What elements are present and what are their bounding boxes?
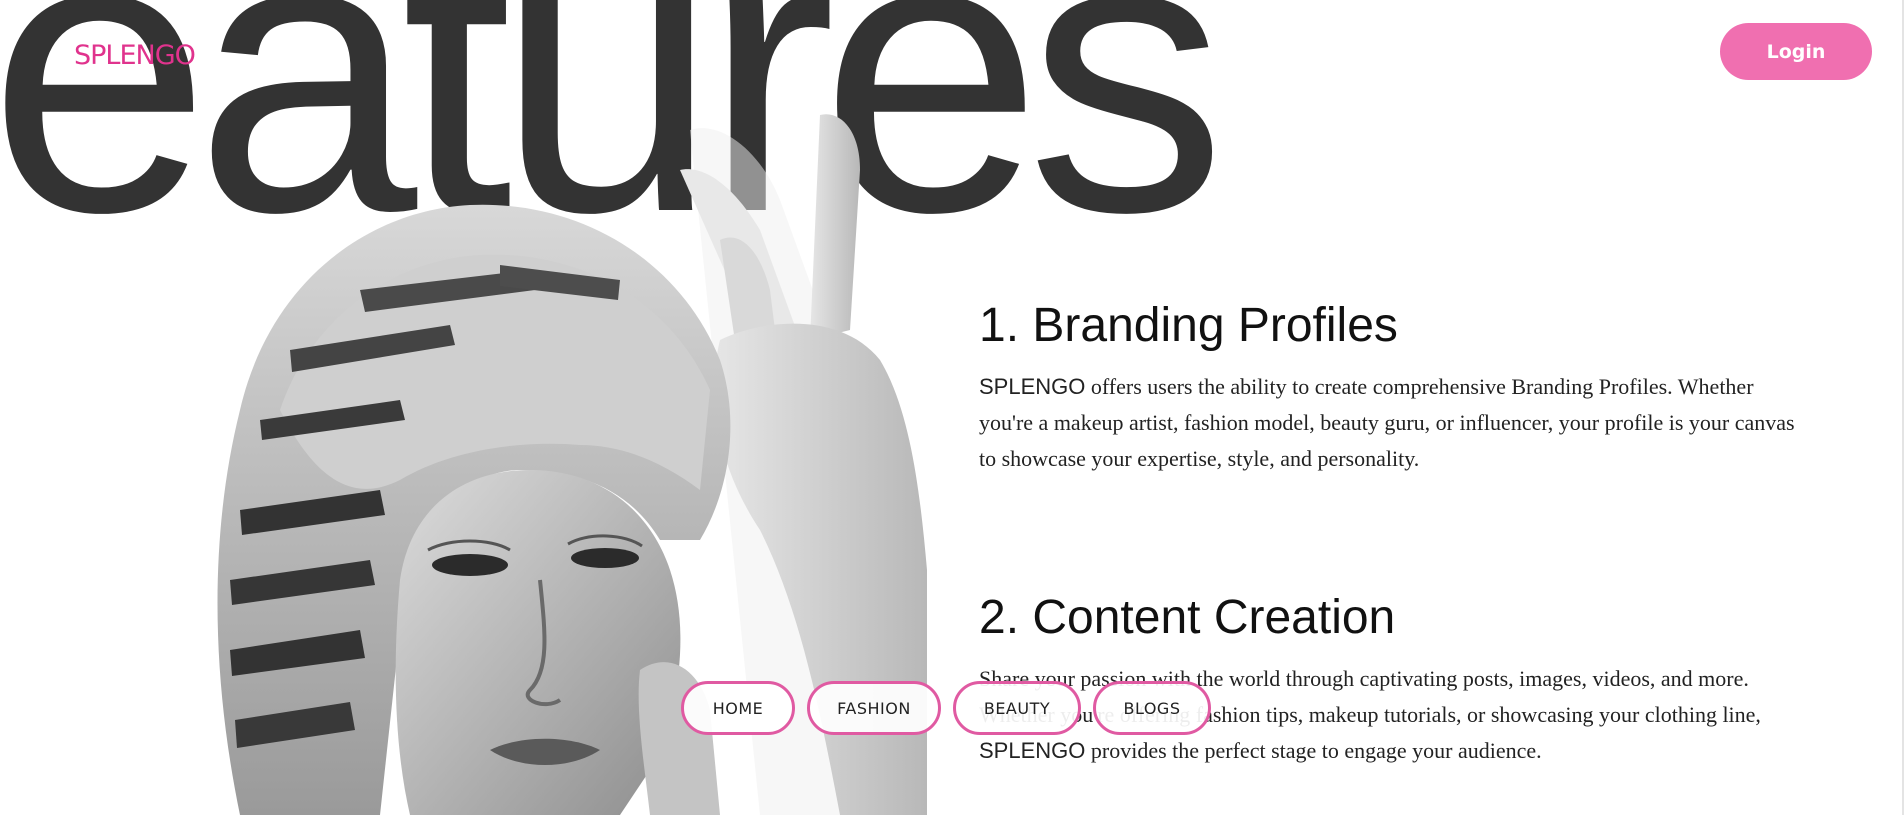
brand-name-inline: SPLENGO (979, 373, 1086, 399)
bottom-nav: HOME FASHION BEAUTY BLOGS (681, 681, 1211, 735)
nav-item-blogs[interactable]: BLOGS (1093, 681, 1211, 735)
nav-item-fashion[interactable]: FASHION (807, 681, 941, 735)
site-logo[interactable]: SPLENGO (74, 40, 196, 71)
feature-description-text: provides the perfect stage to engage you… (1085, 737, 1542, 763)
feature-description: SPLENGO offers users the ability to crea… (979, 369, 1799, 477)
page: Features SPLENGO Login (0, 0, 1904, 815)
feature-title: 1. Branding Profiles (979, 299, 1398, 352)
nav-item-home[interactable]: HOME (681, 681, 795, 735)
feature-description-text: offers users the ability to create compr… (979, 373, 1795, 471)
login-button[interactable]: Login (1720, 23, 1872, 80)
feature-branding-profiles: 1. Branding Profiles SPLENGO offers user… (979, 299, 1799, 477)
nav-item-beauty[interactable]: BEAUTY (953, 681, 1081, 735)
feature-title: 2. Content Creation (979, 591, 1396, 644)
brand-name-inline: SPLENGO (979, 737, 1086, 763)
